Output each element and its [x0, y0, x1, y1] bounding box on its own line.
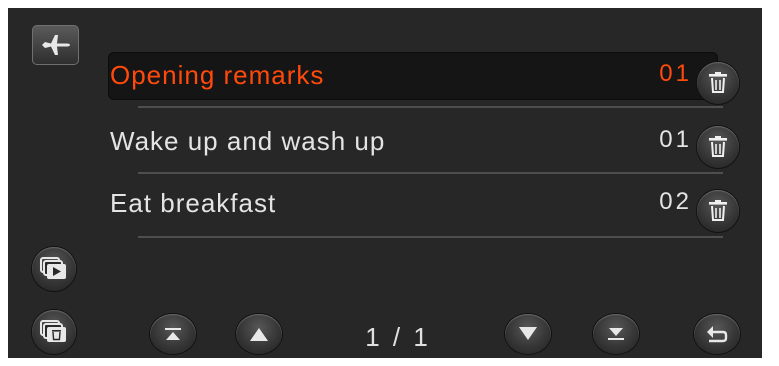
- list-divider: [138, 172, 723, 174]
- page-first-button[interactable]: [150, 314, 196, 354]
- page-down-button[interactable]: [505, 314, 551, 354]
- list-item-label: Eat breakfast: [110, 188, 277, 218]
- list-item-count: 02: [659, 188, 692, 215]
- airplane-icon: [41, 34, 71, 56]
- page-first-icon: [163, 327, 183, 341]
- airplane-mode-button[interactable]: [32, 25, 79, 65]
- screen: Opening remarks 01 Wake up and wash up 0…: [8, 8, 762, 358]
- back-return-icon: [705, 325, 729, 343]
- trash-icon: [708, 72, 728, 94]
- list-divider: [138, 236, 723, 238]
- playlist-play-icon: [40, 257, 68, 281]
- list-item-count: 01: [659, 126, 692, 153]
- delete-item-button[interactable]: [697, 190, 739, 232]
- list-item-label: Opening remarks: [110, 60, 325, 90]
- page-up-icon: [248, 326, 270, 342]
- list-item-count: 01: [659, 60, 692, 87]
- play-playlist-button[interactable]: [32, 247, 76, 291]
- list-divider: [138, 106, 723, 108]
- page-up-button[interactable]: [236, 314, 282, 354]
- list-item-eat-breakfast[interactable]: Eat breakfast 02: [108, 180, 718, 228]
- trash-icon: [708, 200, 728, 222]
- page-down-icon: [517, 326, 539, 342]
- page-last-button[interactable]: [593, 314, 639, 354]
- back-button[interactable]: [694, 314, 740, 354]
- list-item-opening-remarks[interactable]: Opening remarks 01: [108, 52, 718, 100]
- delete-item-button[interactable]: [697, 62, 739, 104]
- delete-playlist-button[interactable]: [32, 310, 76, 354]
- trash-icon: [708, 136, 728, 158]
- list-item-label: Wake up and wash up: [110, 126, 386, 156]
- list-item-wake-up-and-wash-up[interactable]: Wake up and wash up 01: [108, 118, 718, 166]
- page-last-icon: [606, 327, 626, 341]
- playlist-delete-icon: [40, 320, 68, 344]
- delete-item-button[interactable]: [697, 126, 739, 168]
- page-indicator: 1 / 1: [365, 322, 431, 352]
